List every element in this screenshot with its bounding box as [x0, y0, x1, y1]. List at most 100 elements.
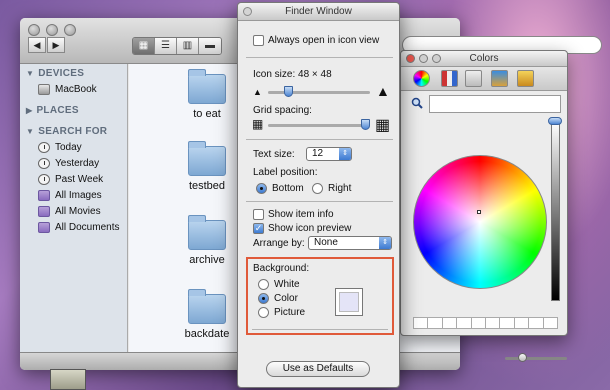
- color-sliders-icon[interactable]: [441, 70, 458, 87]
- smart-folder-icon: [38, 189, 50, 201]
- swatch[interactable]: [470, 317, 487, 329]
- dock-thumbnail[interactable]: [50, 369, 86, 390]
- coverflow-view-button[interactable]: ▬: [199, 38, 221, 54]
- sidebar-header-devices[interactable]: ▼ DEVICES: [20, 64, 127, 81]
- brightness-slider[interactable]: [551, 121, 560, 301]
- sidebar-item-all-images[interactable]: All Images: [20, 187, 127, 203]
- view-options-titlebar: Finder Window: [238, 3, 399, 21]
- divider: [246, 57, 393, 58]
- sidebar-item-all-documents[interactable]: All Documents: [20, 219, 127, 235]
- icon-zoom-slider-knob[interactable]: [518, 353, 527, 362]
- radio-indicator[interactable]: [312, 183, 323, 194]
- radio-indicator[interactable]: [256, 183, 267, 194]
- swatch[interactable]: [513, 317, 530, 329]
- view-switcher: ▦ ☰ ▥ ▬: [132, 37, 222, 55]
- show-icon-preview-checkbox[interactable]: ✓ Show icon preview: [253, 223, 351, 234]
- sidebar-item-macbook[interactable]: MacBook: [20, 81, 127, 97]
- folder-item[interactable]: testbed: [167, 141, 247, 192]
- label-position-label: Label position:: [253, 167, 318, 178]
- arrange-by-popup[interactable]: None ⇕: [308, 236, 392, 250]
- zoom-button[interactable]: [432, 54, 441, 63]
- swatch[interactable]: [413, 317, 429, 329]
- use-as-defaults-button[interactable]: Use as Defaults: [266, 361, 370, 377]
- sidebar-item-past-week[interactable]: Past Week: [20, 171, 127, 187]
- crayons-icon[interactable]: [517, 70, 534, 87]
- small-icon-size-icon: ▲: [253, 87, 262, 97]
- list-view-button[interactable]: ☰: [155, 38, 177, 54]
- label-bottom-radio[interactable]: Bottom: [256, 183, 304, 194]
- divider: [246, 139, 393, 140]
- colors-panel: Colors: [400, 50, 568, 336]
- color-wheel[interactable]: [413, 155, 547, 289]
- sidebar-header-search[interactable]: ▼ SEARCH FOR: [20, 118, 127, 139]
- grid-spacing-slider[interactable]: [268, 124, 370, 127]
- large-icon-size-icon: ▲: [376, 83, 390, 99]
- icon-size-label: Icon size: 48 × 48: [253, 69, 332, 80]
- background-color-well[interactable]: [335, 288, 363, 316]
- show-item-info-checkbox[interactable]: Show item info: [253, 209, 334, 220]
- radio-indicator[interactable]: [258, 293, 269, 304]
- swatch[interactable]: [456, 317, 472, 329]
- minimize-button[interactable]: [46, 24, 58, 36]
- folder-icon: [188, 141, 226, 176]
- forward-button[interactable]: ▶: [47, 37, 65, 53]
- text-size-popup[interactable]: 12 ⇕: [306, 147, 352, 161]
- stepper-arrows-icon: ⇕: [339, 148, 351, 160]
- bg-white-radio[interactable]: White: [258, 279, 300, 290]
- always-open-icon-view-checkbox[interactable]: Always open in icon view: [253, 35, 379, 46]
- swatch[interactable]: [542, 317, 559, 329]
- icon-size-slider[interactable]: [268, 91, 370, 94]
- sidebar-item-yesterday[interactable]: Yesterday: [20, 155, 127, 171]
- icon-view-button[interactable]: ▦: [133, 38, 155, 54]
- swatch[interactable]: [528, 317, 544, 329]
- label-right-radio[interactable]: Right: [312, 183, 351, 194]
- swatch[interactable]: [485, 317, 501, 329]
- grid-spacing-slider-knob[interactable]: [360, 119, 370, 130]
- folder-item[interactable]: backdate: [167, 289, 247, 340]
- sidebar: ▼ DEVICES MacBook ▶ PLACES ▼ SEARCH FOR Tod…: [20, 64, 128, 352]
- selected-color-well[interactable]: [429, 95, 561, 113]
- close-button[interactable]: [406, 54, 415, 63]
- folder-item[interactable]: to eat: [167, 69, 247, 120]
- minimize-button[interactable]: [419, 54, 428, 63]
- clock-icon: [38, 173, 50, 185]
- disclosure-triangle-icon[interactable]: ▼: [26, 127, 34, 136]
- icon-zoom-slider[interactable]: [505, 357, 567, 360]
- radio-indicator[interactable]: [258, 307, 269, 318]
- brightness-slider-knob[interactable]: [548, 117, 562, 125]
- sidebar-header-places[interactable]: ▶ PLACES: [20, 97, 127, 118]
- icon-size-slider-knob[interactable]: [284, 86, 294, 97]
- bg-color-radio[interactable]: Color: [258, 293, 298, 304]
- checkbox-box[interactable]: [253, 35, 264, 46]
- color-swatch: [339, 292, 359, 312]
- zoom-button[interactable]: [64, 24, 76, 36]
- column-view-button[interactable]: ▥: [177, 38, 199, 54]
- swatch[interactable]: [427, 317, 443, 329]
- close-button[interactable]: [243, 7, 252, 16]
- back-button[interactable]: ◀: [28, 37, 46, 53]
- folder-icon: [188, 69, 226, 104]
- swatch[interactable]: [441, 317, 458, 329]
- sidebar-item-all-movies[interactable]: All Movies: [20, 203, 127, 219]
- color-wheel-cursor[interactable]: [477, 210, 481, 214]
- color-palettes-icon[interactable]: [465, 70, 482, 87]
- checkbox-box[interactable]: [253, 209, 264, 220]
- checkmark-icon[interactable]: ✓: [253, 223, 264, 234]
- close-button[interactable]: [28, 24, 40, 36]
- swatch[interactable]: [499, 317, 515, 329]
- color-wheel-icon[interactable]: [413, 70, 430, 87]
- disclosure-triangle-icon[interactable]: ▶: [26, 106, 32, 115]
- bg-picture-radio[interactable]: Picture: [258, 307, 305, 318]
- radio-indicator[interactable]: [258, 279, 269, 290]
- folder-item[interactable]: archive: [167, 215, 247, 266]
- divider: [252, 329, 388, 330]
- image-palettes-icon[interactable]: [491, 70, 508, 87]
- clock-icon: [38, 141, 50, 153]
- sidebar-item-today[interactable]: Today: [20, 139, 127, 155]
- laptop-icon: [38, 83, 50, 95]
- magnifier-icon[interactable]: [411, 97, 423, 109]
- disclosure-triangle-icon[interactable]: ▼: [26, 69, 34, 78]
- grid-small-icon: ▦: [252, 117, 264, 131]
- folder-icon: [188, 289, 226, 324]
- clock-icon: [38, 157, 50, 169]
